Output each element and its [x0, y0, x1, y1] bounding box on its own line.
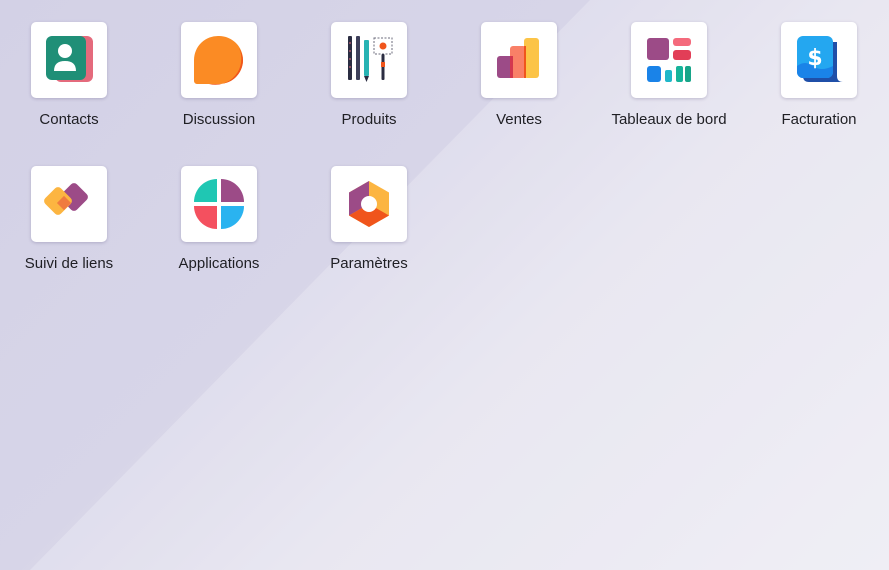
app-tile[interactable] [481, 22, 557, 98]
apps-icon [194, 179, 244, 229]
app-link-tracker[interactable]: Suivi de liens [0, 166, 144, 286]
app-invoicing[interactable]: $ Facturation [744, 22, 889, 142]
app-apps[interactable]: Applications [144, 166, 294, 286]
app-tile[interactable] [31, 166, 107, 242]
app-tile[interactable] [31, 22, 107, 98]
contacts-icon [46, 36, 93, 82]
app-label: Applications [178, 255, 260, 272]
app-label: Facturation [781, 111, 857, 128]
invoicing-icon: $ [797, 36, 843, 82]
settings-icon [349, 181, 389, 227]
app-tile[interactable] [331, 22, 407, 98]
app-label: Ventes [496, 111, 542, 128]
app-label: Suivi de liens [24, 255, 114, 272]
products-icon [348, 36, 393, 82]
app-label: Produits [341, 111, 397, 128]
app-settings[interactable]: Paramètres [294, 166, 444, 286]
app-tile[interactable] [181, 22, 257, 98]
app-label: Discussion [182, 111, 256, 128]
link-tracker-icon [44, 183, 88, 215]
app-sales[interactable]: Ventes [444, 22, 594, 142]
app-label: Contacts [39, 111, 99, 128]
dashboard-icon [647, 38, 691, 82]
svg-text:$: $ [807, 46, 822, 71]
app-discussion[interactable]: Discussion [144, 22, 294, 142]
app-tile[interactable] [631, 22, 707, 98]
app-label: Paramètres [330, 255, 408, 272]
app-products[interactable]: Produits [294, 22, 444, 142]
app-label: Tableaux de bord [611, 111, 727, 128]
app-tile[interactable]: $ [781, 22, 857, 98]
app-dashboards[interactable]: Tableaux de bord [594, 22, 744, 142]
app-tile[interactable] [331, 166, 407, 242]
app-tile[interactable] [181, 166, 257, 242]
discussion-icon [193, 35, 243, 85]
app-contacts[interactable]: Contacts [0, 22, 144, 142]
sales-icon [497, 38, 539, 78]
